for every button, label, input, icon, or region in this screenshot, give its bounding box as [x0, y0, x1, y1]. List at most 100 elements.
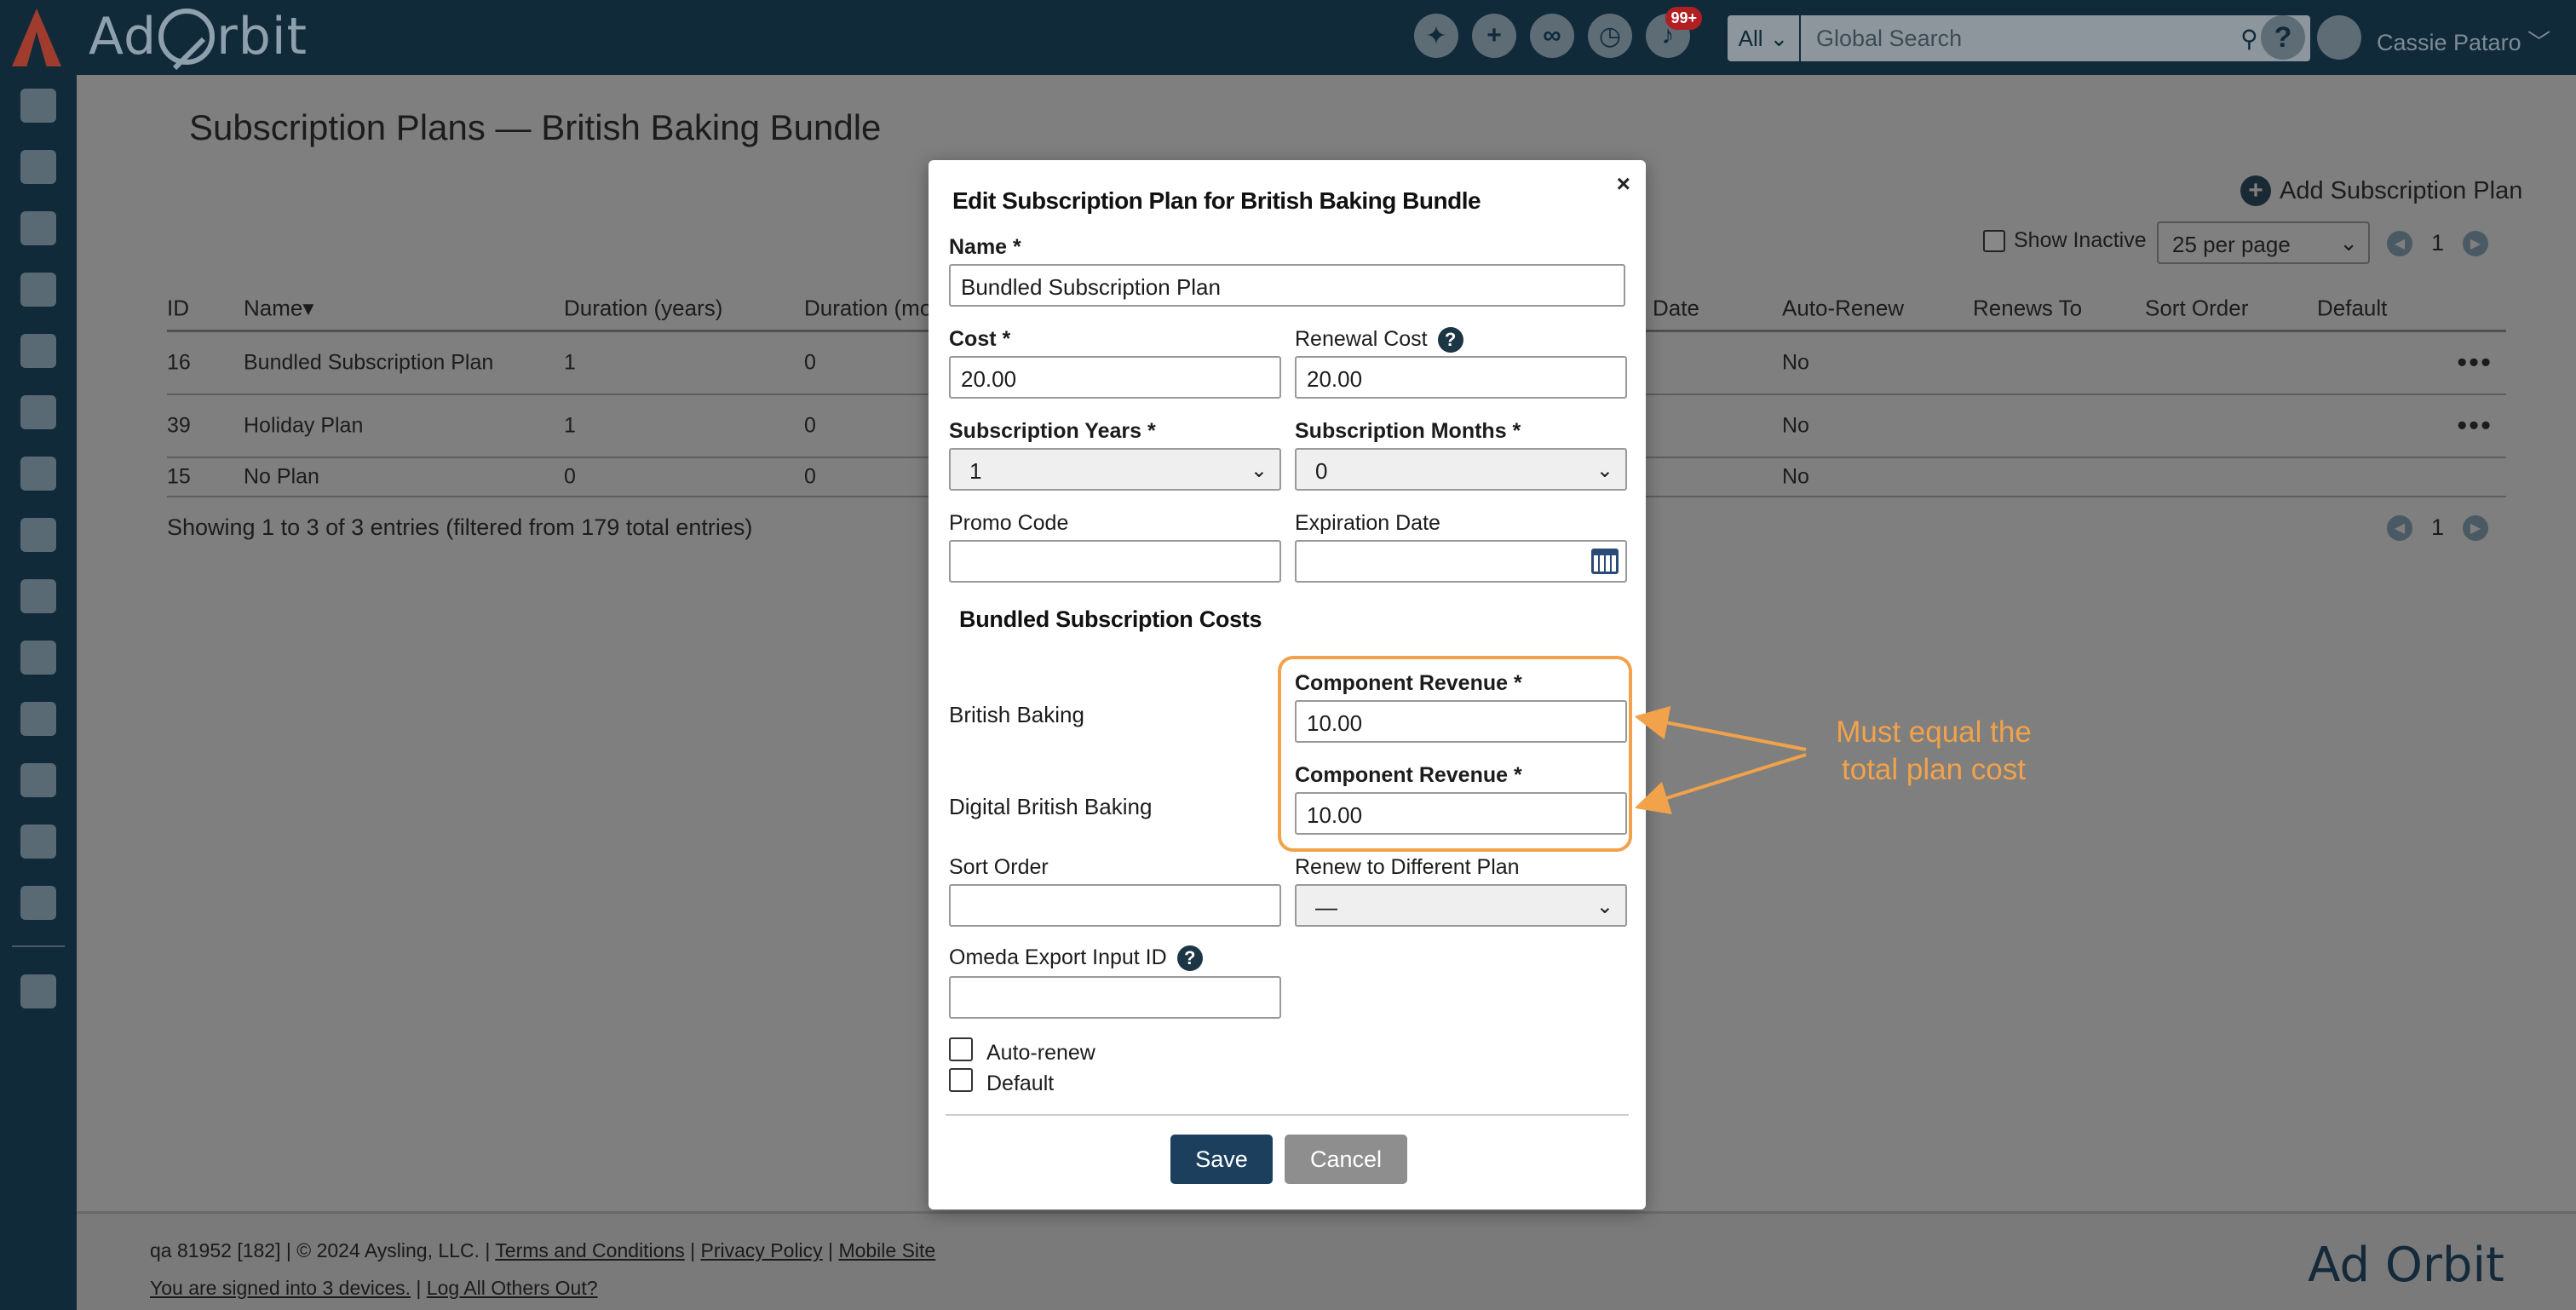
- component-name: Digital British Baking: [949, 794, 1153, 819]
- renew-plan-value: —: [1315, 894, 1337, 920]
- chevron-down-icon: ⌄: [1769, 25, 1789, 51]
- modal-title: Edit Subscription Plan for British Bakin…: [952, 187, 1481, 214]
- party-popper-icon[interactable]: ✦: [1414, 14, 1458, 58]
- calendar-icon[interactable]: [1591, 549, 1619, 574]
- help-icon[interactable]: ?: [2261, 15, 2305, 60]
- col-renews-to[interactable]: Renews To: [1973, 295, 2082, 321]
- help-icon[interactable]: ?: [1176, 945, 1203, 972]
- save-button[interactable]: Save: [1170, 1135, 1273, 1184]
- log-out-others-link[interactable]: Log All Others Out?: [427, 1277, 598, 1299]
- omeda-input[interactable]: [949, 976, 1281, 1019]
- col-duration-years[interactable]: Duration (years): [564, 295, 722, 321]
- promo-code-input[interactable]: [949, 540, 1281, 583]
- edit-plan-modal: Edit Subscription Plan for British Bakin…: [929, 160, 1646, 1209]
- show-inactive-label: Show Inactive: [2014, 228, 2147, 252]
- col-sort-order[interactable]: Sort Order: [2145, 295, 2248, 321]
- add-subscription-plan-button[interactable]: + Add Subscription Plan: [2240, 175, 2522, 206]
- next-page-icon[interactable]: ▶: [2463, 230, 2489, 256]
- months-value: 0: [1315, 458, 1328, 484]
- show-inactive-checkbox[interactable]: [1983, 229, 2005, 252]
- annotation-line-1: Must equal the: [1836, 715, 2032, 749]
- sort-order-label: Sort Order: [949, 855, 1049, 879]
- col-name[interactable]: Name▾: [244, 295, 313, 321]
- chevron-down-icon: ⌄: [1596, 459, 1613, 482]
- page-number[interactable]: 1: [2431, 230, 2444, 256]
- contracts-icon[interactable]: [20, 334, 56, 368]
- search-scope-select[interactable]: All ⌄: [1728, 15, 1799, 61]
- auto-renew-checkbox[interactable]: [949, 1037, 973, 1061]
- subscription-months-select[interactable]: 0 ⌄: [1295, 448, 1627, 491]
- prev-page-icon[interactable]: ◀: [2387, 514, 2412, 541]
- chevron-down-icon: ⌄: [1250, 459, 1268, 482]
- w2-icon[interactable]: [20, 763, 56, 797]
- add-plan-label: Add Subscription Plan: [2280, 176, 2523, 204]
- home-icon[interactable]: [20, 89, 56, 123]
- row-id: 15: [167, 464, 191, 489]
- mobile-site-link[interactable]: Mobile Site: [838, 1239, 935, 1261]
- table-info: Showing 1 to 3 of 3 entries (filtered fr…: [167, 514, 753, 540]
- notification-badge: 99+: [1665, 7, 1702, 30]
- col-auto-renew[interactable]: Auto-Renew: [1782, 295, 1904, 321]
- app-logo-icon[interactable]: [12, 9, 61, 66]
- reports-icon[interactable]: [20, 886, 56, 920]
- per-page-select[interactable]: 25 per page ⌄: [2157, 221, 2370, 264]
- footer: qa 81952 [182] | © 2024 Aysling, LLC. | …: [77, 1211, 2576, 1310]
- bell-icon[interactable]: ♪ 99+: [1646, 7, 1702, 58]
- component-revenue-input[interactable]: 10.00: [1295, 792, 1627, 835]
- omeda-label: Omeda Export Input ID?: [949, 945, 1203, 972]
- brand-logo[interactable]: Ad rbit: [89, 7, 308, 66]
- global-search: All ⌄ Global Search ⚲ 🎙: [1728, 15, 2310, 61]
- component-revenue-input[interactable]: 10.00: [1295, 700, 1627, 743]
- avatar[interactable]: [2317, 15, 2361, 60]
- search-scope-label: All: [1738, 25, 1763, 51]
- mailbox-icon[interactable]: [20, 641, 56, 675]
- delivery-truck-icon[interactable]: [20, 702, 56, 736]
- subscription-years-select[interactable]: 1 ⌄: [949, 448, 1281, 491]
- default-checkbox[interactable]: [949, 1068, 973, 1092]
- col-date[interactable]: Date: [1653, 295, 1699, 321]
- signed-in-devices-link[interactable]: You are signed into 3 devices.: [150, 1277, 411, 1299]
- handshake-icon[interactable]: [20, 211, 56, 245]
- show-inactive-toggle[interactable]: Show Inactive: [1983, 228, 2147, 253]
- link-icon[interactable]: ∞: [1530, 14, 1574, 58]
- tasks-icon[interactable]: [20, 457, 56, 491]
- help-icon[interactable]: ?: [1437, 327, 1463, 353]
- cost-input[interactable]: 20.00: [949, 356, 1281, 399]
- plus-icon[interactable]: +: [1472, 14, 1516, 58]
- subscription-months-label: Subscription Months *: [1295, 419, 1521, 443]
- close-icon[interactable]: ×: [1617, 170, 1630, 198]
- row-actions-icon[interactable]: •••: [2457, 410, 2493, 443]
- annotation-line-2: total plan cost: [1842, 753, 2026, 786]
- renewal-cost-input[interactable]: 20.00: [1295, 356, 1627, 399]
- prev-page-icon[interactable]: ◀: [2387, 230, 2412, 256]
- sort-order-input[interactable]: [949, 884, 1281, 927]
- row-id: 16: [167, 350, 191, 375]
- plus-circle-icon: +: [2240, 175, 2271, 206]
- gear-icon[interactable]: [20, 974, 56, 1008]
- component-revenue-label: Component Revenue *: [1295, 671, 1522, 695]
- search-placeholder: Global Search: [1816, 25, 1963, 51]
- contacts-icon[interactable]: [20, 150, 56, 184]
- billing-icon[interactable]: [20, 395, 56, 429]
- terms-link[interactable]: Terms and Conditions: [495, 1239, 684, 1261]
- cart-icon[interactable]: [20, 518, 56, 552]
- row-actions-icon[interactable]: •••: [2457, 347, 2493, 380]
- expiration-date-input[interactable]: [1295, 540, 1627, 583]
- renew-plan-select[interactable]: — ⌄: [1295, 884, 1627, 927]
- next-page-icon[interactable]: ▶: [2463, 514, 2489, 541]
- col-id[interactable]: ID: [167, 295, 189, 321]
- page-number[interactable]: 1: [2431, 514, 2444, 541]
- search-input[interactable]: Global Search ⚲ 🎙: [1799, 15, 2310, 61]
- privacy-link[interactable]: Privacy Policy: [701, 1239, 823, 1261]
- mail-icon[interactable]: [20, 824, 56, 859]
- col-default[interactable]: Default: [2317, 295, 2387, 321]
- history-icon[interactable]: ◷: [1588, 14, 1632, 58]
- user-menu[interactable]: Cassie Pataro ﹀: [2377, 24, 2550, 57]
- media-icon[interactable]: [20, 273, 56, 307]
- name-input[interactable]: Bundled Subscription Plan: [949, 264, 1625, 307]
- col-duration-months[interactable]: Duration (mo: [804, 295, 932, 321]
- events-icon[interactable]: [20, 579, 56, 613]
- cancel-button[interactable]: Cancel: [1285, 1135, 1407, 1184]
- row-auto-renew: No: [1782, 413, 1809, 438]
- promo-code-label: Promo Code: [949, 511, 1069, 535]
